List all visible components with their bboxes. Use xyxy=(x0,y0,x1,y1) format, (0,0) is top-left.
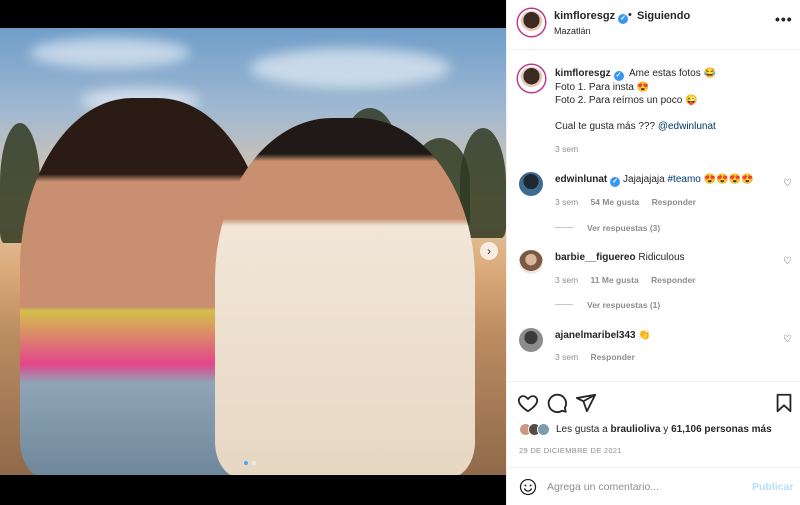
more-options-icon[interactable]: ••• xyxy=(775,11,793,27)
caption-line-1: Ame estas fotos 😂 xyxy=(629,68,716,79)
author-username[interactable]: kimfloresgz ✓ xyxy=(554,10,629,24)
paper-plane-icon[interactable] xyxy=(575,392,597,414)
comment-icon[interactable] xyxy=(546,392,568,414)
caption-line-3: Foto 2. Para reírnos un poco 😜 xyxy=(555,95,698,106)
post-media-pane: › xyxy=(0,0,506,505)
heart-icon[interactable] xyxy=(517,392,539,414)
caption-line-4: Cual te gusta más ??? @edwinlunat xyxy=(555,121,716,132)
view-replies-label[interactable]: Ver respuestas (3) xyxy=(587,223,660,233)
caption-author-avatar[interactable] xyxy=(518,65,545,92)
comment-hashtag-link[interactable]: #teamo xyxy=(668,174,701,185)
carousel-dots xyxy=(244,461,256,465)
reply-button[interactable]: Responder xyxy=(652,197,696,207)
caption-time: 3 sem xyxy=(555,144,579,154)
comment-emoji: 😍😍😍😍 xyxy=(700,174,754,185)
comment-avatar[interactable] xyxy=(519,172,543,196)
carousel-dot-active xyxy=(244,461,248,465)
post-actions: Les gusta a braulioliva y 61,106 persona… xyxy=(507,381,800,467)
verified-badge-icon: ✓ xyxy=(610,177,621,187)
replies-divider xyxy=(555,304,573,305)
caption-line-2: Foto 1. Para insta 😍 xyxy=(555,82,650,93)
comment-likes-count[interactable]: 54 Me gusta xyxy=(591,197,640,207)
caption-author-username[interactable]: kimfloresgz ✓ xyxy=(555,68,624,81)
post-date: 29 DE DICIEMBRE DE 2021 xyxy=(519,446,622,455)
comment-like-heart-icon[interactable]: ♡ xyxy=(783,178,792,189)
liker-username-link[interactable]: braulioliva xyxy=(610,424,660,435)
caption-question: Cual te gusta más ??? xyxy=(555,121,658,132)
smiley-icon[interactable] xyxy=(519,478,537,496)
comment-username[interactable]: ajanelmaribel343 xyxy=(555,330,636,341)
comment-avatar[interactable] xyxy=(519,250,543,274)
comments-section: kimfloresgz ✓ Ame estas fotos 😂 Foto 1. P… xyxy=(507,51,800,381)
comment-like-heart-icon[interactable]: ♡ xyxy=(783,256,792,267)
reply-button[interactable]: Responder xyxy=(651,275,695,285)
following-button[interactable]: Siguiendo xyxy=(637,10,690,22)
comment-username[interactable]: edwinlunat xyxy=(555,174,607,185)
comment-input[interactable] xyxy=(547,477,737,497)
separator-dot: • xyxy=(628,9,632,21)
replies-divider xyxy=(555,227,573,228)
likes-prefix: Les gusta a xyxy=(556,424,611,435)
comment-row: ajanelmaribel343 👏 xyxy=(555,330,651,341)
comment-meta: 3 sem Responder xyxy=(555,352,635,362)
verified-badge-icon: ✓ xyxy=(613,71,624,81)
author-avatar[interactable] xyxy=(518,9,545,36)
comment-text: Jajajajaja xyxy=(623,174,668,185)
carousel-next-button[interactable]: › xyxy=(480,242,498,260)
post-sidebar: kimfloresgz ✓ • Siguiendo Mazatlán ••• ki… xyxy=(506,0,800,505)
post-header: kimfloresgz ✓ • Siguiendo Mazatlán ••• xyxy=(507,0,800,50)
view-replies-button[interactable]: Ver respuestas (1) xyxy=(555,300,660,310)
liker-avatar[interactable] xyxy=(537,423,550,436)
view-replies-label[interactable]: Ver respuestas (1) xyxy=(587,300,660,310)
likes-text: Les gusta a braulioliva y 61,106 persona… xyxy=(556,424,772,435)
likes-summary: Les gusta a braulioliva y 61,106 persona… xyxy=(519,423,772,436)
comment-username[interactable]: barbie__figuereo xyxy=(555,252,636,263)
comment-avatar[interactable] xyxy=(519,328,543,352)
location-link[interactable]: Mazatlán xyxy=(554,26,591,36)
reply-button[interactable]: Responder xyxy=(591,352,635,362)
comment-meta: 3 sem 11 Me gusta Responder xyxy=(555,275,696,285)
comment-row: barbie__figuereo Ridiculous xyxy=(555,252,685,263)
caption-username-text[interactable]: kimfloresgz xyxy=(555,68,611,79)
likes-connector: y xyxy=(660,424,672,435)
comment-like-heart-icon[interactable]: ♡ xyxy=(783,334,792,345)
comment-time: 3 sem xyxy=(555,275,579,285)
view-replies-button[interactable]: Ver respuestas (3) xyxy=(555,223,660,233)
comment-meta: 3 sem 54 Me gusta Responder xyxy=(555,197,696,207)
post-photo[interactable] xyxy=(0,28,506,475)
author-username-text[interactable]: kimfloresgz xyxy=(554,10,615,22)
comment-likes-count[interactable]: 11 Me gusta xyxy=(591,275,639,285)
comment-time: 3 sem xyxy=(555,352,579,362)
comment-time: 3 sem xyxy=(555,197,579,207)
publish-button[interactable]: Publicar xyxy=(752,481,793,493)
comment-text: 👏 xyxy=(638,330,651,341)
comment-row: edwinlunat ✓ Jajajajaja #teamo 😍😍😍😍 xyxy=(555,174,753,187)
carousel-dot xyxy=(252,461,256,465)
add-comment-bar: Publicar xyxy=(507,467,800,505)
caption-mention-link[interactable]: @edwinlunat xyxy=(658,121,716,132)
bookmark-icon[interactable] xyxy=(773,392,795,414)
comment-text: Ridiculous xyxy=(638,252,685,263)
likes-count-link[interactable]: 61,106 personas más xyxy=(671,424,772,435)
verified-badge-icon: ✓ xyxy=(618,14,629,24)
